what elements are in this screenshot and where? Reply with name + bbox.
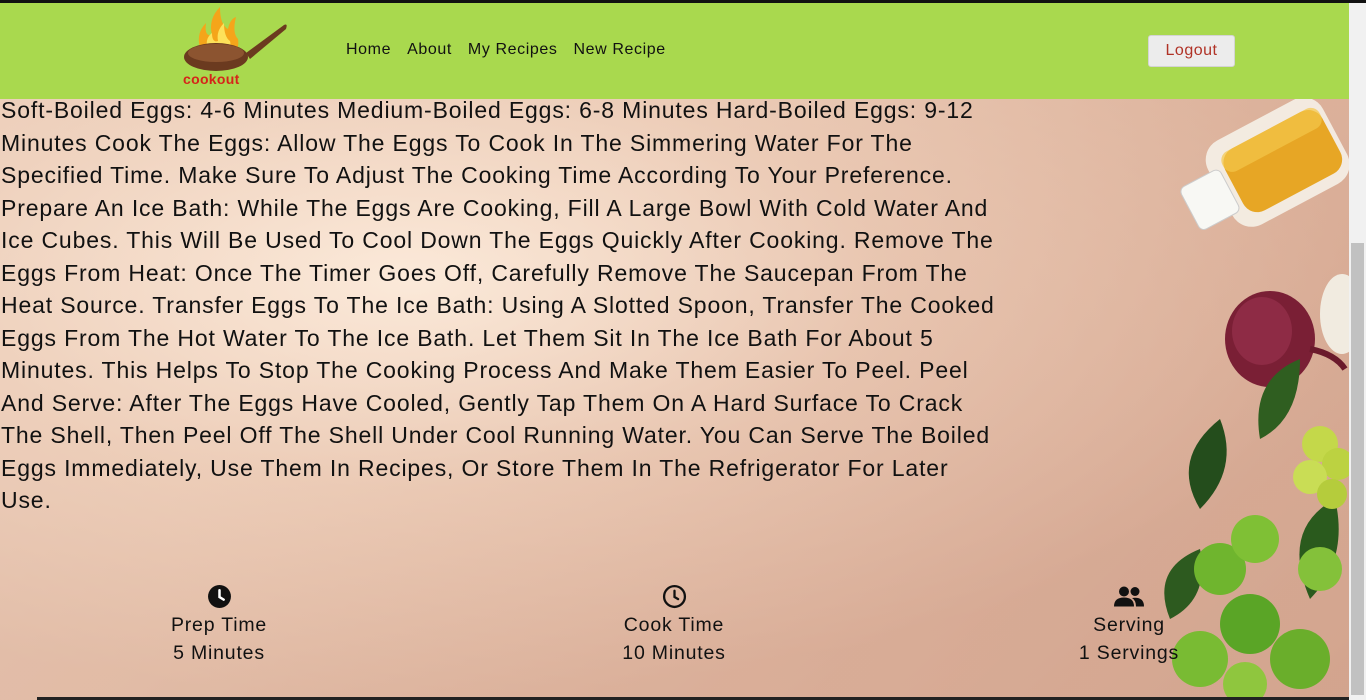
- cook-time-label: Cook Time: [623, 614, 725, 636]
- prep-time-label: Prep Time: [170, 614, 268, 636]
- serving-label: Serving: [1093, 614, 1165, 636]
- logout-button[interactable]: Logout: [1148, 35, 1235, 67]
- prep-time-block: Prep Time 5 Minutes: [119, 584, 319, 667]
- recipe-instructions: Soft-Boiled Eggs: 4-6 Minutes Medium-Boi…: [1, 97, 995, 513]
- serving-value: 1 Servings: [1078, 642, 1180, 664]
- cook-time-block: Cook Time 10 Minutes: [574, 584, 774, 667]
- nav-about-link[interactable]: About: [407, 41, 452, 59]
- users-icon: [1114, 586, 1144, 607]
- nav-my-recipes-link[interactable]: My Recipes: [468, 41, 558, 59]
- cook-time-value: 10 Minutes: [622, 642, 726, 664]
- logo-text: cookout: [183, 71, 240, 87]
- nav-new-recipe-link[interactable]: New Recipe: [573, 41, 665, 59]
- prep-time-value: 5 Minutes: [173, 642, 265, 664]
- scrollbar-thumb[interactable]: [1351, 243, 1364, 695]
- main-nav: Home About My Recipes New Recipe: [346, 41, 666, 59]
- navbar: cookout Home About My Recipes New Recipe…: [0, 3, 1349, 99]
- serving-block: Serving 1 Servings: [1029, 584, 1229, 667]
- nav-home-link[interactable]: Home: [346, 41, 391, 59]
- clock-solid-icon: [207, 585, 231, 608]
- clock-outline-icon: [662, 584, 686, 609]
